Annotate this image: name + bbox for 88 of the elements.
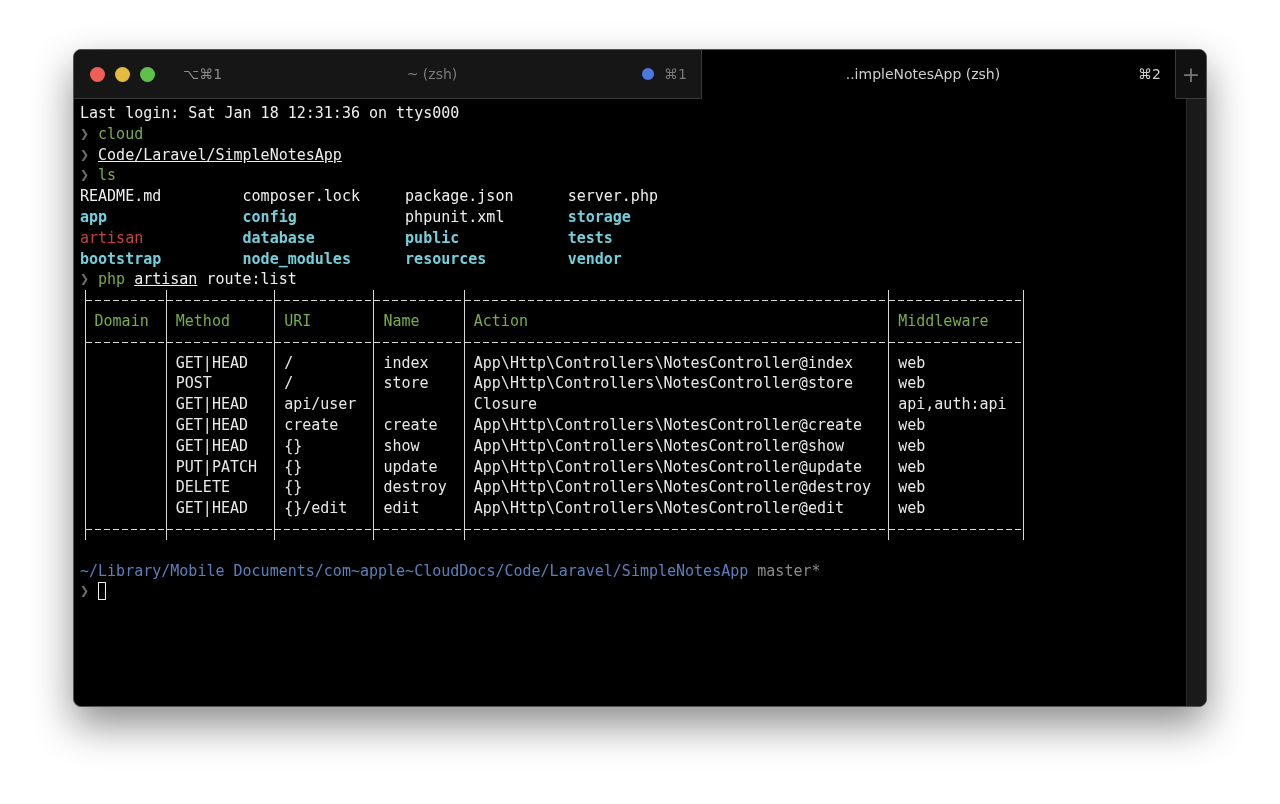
argument-text: route:list [206,269,297,291]
minimize-icon[interactable] [115,66,130,82]
folder-name: node_modules [242,248,351,270]
folder-name: config [242,207,297,228]
executable-name: artisan [80,227,144,249]
table-cell: App\Http\Controllers\NotesController@destroy [473,478,872,497]
table-cell: App\Http\Controllers\NotesController@update [473,457,863,476]
table-cell: {}/edit [284,499,348,518]
table-cell: update [383,457,438,476]
table-cell: create [284,415,339,434]
scrollbar[interactable] [1186,99,1206,706]
table-cell: web [898,478,926,497]
table-cell: GET|HEAD [175,415,249,434]
command-text: ls [98,165,117,187]
table-cell: {} [284,457,303,476]
working-directory: ~/Library/Mobile Documents/com~apple~CloudDocs/Code/Laravel/SimpleNotesApp [80,560,749,582]
table-cell: / [284,353,294,372]
new-tab-button[interactable]: + [1176,50,1206,99]
table-cell: web [898,499,926,518]
table-cell: App\Http\Controllers\NotesController@edit [473,499,845,518]
tab[interactable]: ..impleNotesApp (zsh) ⌘2 [701,50,1176,99]
file-name: server.php [567,186,658,207]
table-cell: PUT|PATCH [175,457,258,476]
git-branch: master* [757,560,821,582]
column-header: Domain [94,311,149,330]
table-cell: POST [175,374,212,393]
folder-name: resources [405,248,487,270]
table-cell: web [898,353,926,372]
tab-shortcut: ⌘2 [1138,66,1161,82]
prompt-symbol: ❯ [80,144,90,166]
tab-title: ~ (zsh) [405,66,459,82]
column-header: Method [175,311,230,330]
table-cell: api,auth:api [898,395,1007,414]
column-header: Action [473,311,528,330]
folder-name: app [80,207,108,228]
tab-title: ..impleNotesApp (zsh) [844,66,1002,82]
tab-shortcut: ⌘1 [663,66,687,82]
table-cell: web [898,415,926,434]
folder-name: database [242,227,315,249]
table-cell: GET|HEAD [175,395,249,414]
column-header: Name [383,311,420,330]
folder-name: vendor [567,248,622,270]
maximize-icon[interactable] [140,66,155,82]
file-name: package.json [405,186,514,207]
prompt-symbol: ❯ [80,123,90,145]
table-cell: index [383,353,429,372]
table-cell: {} [284,436,303,455]
output-text: Last login: Sat Jan 18 12:31:36 on ttys000 [80,103,460,124]
table-cell: web [898,436,926,455]
shortcut-label: ⌥⌘1 [183,66,223,82]
table-cell: App\Http\Controllers\NotesController@show [473,436,845,455]
table-cell: App\Http\Controllers\NotesController@index [473,353,854,372]
tab[interactable]: ⌥⌘1 ~ (zsh) ⌘1 [74,50,702,99]
column-header: Middleware [898,311,989,330]
folder-name: bootstrap [80,248,162,270]
close-icon[interactable] [90,66,105,82]
text-cursor [98,582,107,601]
table-cell: DELETE [175,478,230,497]
table-cell: store [383,374,429,393]
table-cell: web [898,374,926,393]
folder-name: storage [567,207,631,228]
file-name: README.md [80,186,162,207]
argument-text: artisan [134,269,198,291]
table-cell: api/user [284,395,357,414]
folder-name: tests [567,227,613,249]
table-cell: web [898,457,926,476]
table-cell: {} [284,478,303,497]
prompt-symbol: ❯ [80,269,90,291]
command-text: php [98,269,126,291]
table-cell: create [383,415,438,434]
table-cell: edit [383,499,420,518]
file-name: phpunit.xml [405,207,505,228]
table-cell: / [284,374,294,393]
table-cell: App\Http\Controllers\NotesController@store [473,374,854,393]
table-cell: GET|HEAD [175,353,249,372]
prompt-symbol: ❯ [80,165,90,187]
table-cell: show [383,436,420,455]
table-cell: Closure [473,395,537,414]
table-cell: destroy [383,478,447,497]
prompt-symbol: ❯ [80,581,90,603]
argument-text: Code/Laravel/SimpleNotesApp [98,144,342,166]
folder-name: public [405,227,460,249]
command-text: cloud [98,123,144,145]
table-cell: GET|HEAD [175,436,249,455]
file-name: composer.lock [242,186,360,207]
column-header: URI [284,311,312,330]
table-cell: GET|HEAD [175,499,249,518]
table-cell: App\Http\Controllers\NotesController@create [473,415,863,434]
